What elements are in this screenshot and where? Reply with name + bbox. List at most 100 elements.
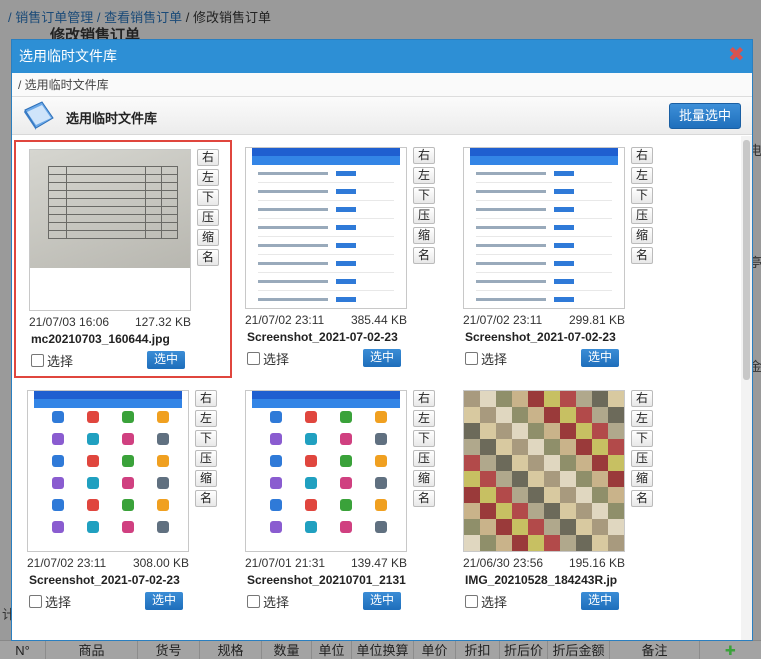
order-table-header: N° 商品 货号 规格 数量 单位 单位换算 单价 折扣 折后价 折后金额 备注… [0,640,761,659]
file-thumbnail[interactable] [27,390,189,552]
dialog-title: 选用临时文件库 [19,48,117,64]
file-thumbnail[interactable] [463,147,625,309]
rotate-right-button[interactable]: 右 [195,390,217,407]
rotate-right-button[interactable]: 右 [413,147,435,164]
select-checkbox-row[interactable]: 选择 [247,592,289,611]
select-checkbox[interactable] [465,352,478,365]
pick-file-button[interactable]: 选中 [147,351,185,369]
pick-file-button[interactable]: 选中 [581,592,619,610]
shrink-button[interactable]: 缩 [197,229,219,246]
rotate-right-button[interactable]: 右 [631,390,653,407]
file-thumbnail[interactable] [29,149,191,311]
add-row-icon[interactable]: ✚ [700,641,761,659]
rename-button[interactable]: 名 [197,249,219,266]
rotate-left-button[interactable]: 左 [413,167,435,184]
select-checkbox-label[interactable]: 选择 [481,349,507,368]
select-checkbox-row[interactable]: 选择 [465,592,507,611]
rename-button[interactable]: 名 [195,490,217,507]
compress-button[interactable]: 压 [413,207,435,224]
pick-file-button[interactable]: 选中 [145,592,183,610]
rotate-left-button[interactable]: 左 [413,410,435,427]
column-header: 货号 [138,641,200,659]
select-checkbox-row[interactable]: 选择 [31,351,73,370]
select-checkbox-label[interactable]: 选择 [47,351,73,370]
select-checkbox-label[interactable]: 选择 [45,592,71,611]
column-header: 规格 [200,641,262,659]
file-card[interactable]: 右左下压缩名 21/07/02 23:11 299.81 KB Screenshot_… [450,140,668,378]
shrink-button[interactable]: 缩 [413,470,435,487]
compress-button[interactable]: 压 [631,450,653,467]
select-checkbox-label[interactable]: 选择 [263,592,289,611]
rotate-left-button[interactable]: 左 [631,167,653,184]
batch-select-button[interactable]: 批量选中 [669,103,741,129]
file-card[interactable]: 右左下压缩名 21/07/02 23:11 308.00 KB Screenshot_… [14,383,232,621]
compress-button[interactable]: 压 [631,207,653,224]
close-icon[interactable]: ✖ [728,45,745,65]
select-checkbox[interactable] [247,352,260,365]
download-button[interactable]: 下 [413,187,435,204]
rename-button[interactable]: 名 [413,247,435,264]
rotate-left-button[interactable]: 左 [631,410,653,427]
rotate-left-button[interactable]: 左 [197,169,219,186]
download-button[interactable]: 下 [195,430,217,447]
select-checkbox[interactable] [465,595,478,608]
rotate-right-button[interactable]: 右 [197,149,219,166]
breadcrumb-item[interactable]: / 查看销售订单 [97,10,182,25]
file-meta: 21/07/02 23:11 385.44 KB [245,313,407,327]
file-thumbnail[interactable] [245,390,407,552]
compress-button[interactable]: 压 [413,450,435,467]
file-card[interactable]: 右左下压缩名 21/07/02 23:11 385.44 KB Screenshot_… [232,140,450,378]
shrink-button[interactable]: 缩 [413,227,435,244]
rotate-right-button[interactable]: 右 [631,147,653,164]
file-meta: 21/07/02 23:11 299.81 KB [463,313,625,327]
file-thumbnail[interactable] [245,147,407,309]
select-checkbox-label[interactable]: 选择 [263,349,289,368]
download-button[interactable]: 下 [413,430,435,447]
file-name: mc20210703_160644.jpg [31,332,170,346]
rotate-left-button[interactable]: 左 [195,410,217,427]
compress-button[interactable]: 压 [195,450,217,467]
select-checkbox[interactable] [31,354,44,367]
breadcrumb-current: / 修改销售订单 [185,10,271,25]
select-checkbox[interactable] [29,595,42,608]
file-name: Screenshot_2021-07-02-23 [247,330,398,344]
download-button[interactable]: 下 [631,430,653,447]
file-card[interactable]: 右左下压缩名 21/07/01 21:31 139.47 KB Screenshot_… [232,383,450,621]
file-card[interactable]: 右左下压缩名 21/06/30 23:56 195.16 KB IMG_2021052… [450,383,668,621]
select-checkbox[interactable] [247,595,260,608]
file-thumbnail[interactable] [463,390,625,552]
select-checkbox-row[interactable]: 选择 [465,349,507,368]
file-meta: 21/06/30 23:56 195.16 KB [463,556,625,570]
file-card[interactable]: 右左下压缩名 21/07/03 16:06 127.32 KB mc20210703_… [14,140,232,378]
rename-button[interactable]: 名 [631,490,653,507]
rename-button[interactable]: 名 [413,490,435,507]
file-size: 127.32 KB [134,315,191,329]
breadcrumb-item[interactable]: / 销售订单管理 [8,10,93,25]
phone-screenshot-image [34,391,182,551]
dialog-breadcrumb: / 选用临时文件库 [12,73,752,97]
file-action-buttons: 右左下压缩名 [197,149,219,269]
column-header: 数量 [262,641,312,659]
column-header: 单位换算 [352,641,414,659]
shrink-button[interactable]: 缩 [195,470,217,487]
dialog-toolbar: 选用临时文件库 批量选中 [12,97,752,135]
file-date: 21/07/02 23:11 [245,313,325,327]
shrink-button[interactable]: 缩 [631,470,653,487]
scrollbar[interactable] [741,136,752,640]
download-button[interactable]: 下 [631,187,653,204]
file-name: IMG_20210528_184243R.jp [465,573,618,587]
select-checkbox-row[interactable]: 选择 [247,349,289,368]
rotate-right-button[interactable]: 右 [413,390,435,407]
file-date: 21/06/30 23:56 [463,556,544,570]
pick-file-button[interactable]: 选中 [581,349,619,367]
select-checkbox-row[interactable]: 选择 [29,592,71,611]
pick-file-button[interactable]: 选中 [363,349,401,367]
download-button[interactable]: 下 [197,189,219,206]
shrink-button[interactable]: 缩 [631,227,653,244]
scrollbar-thumb[interactable] [743,140,750,380]
pick-file-button[interactable]: 选中 [363,592,401,610]
compress-button[interactable]: 压 [197,209,219,226]
file-meta: 21/07/02 23:11 308.00 KB [27,556,189,570]
rename-button[interactable]: 名 [631,247,653,264]
select-checkbox-label[interactable]: 选择 [481,592,507,611]
